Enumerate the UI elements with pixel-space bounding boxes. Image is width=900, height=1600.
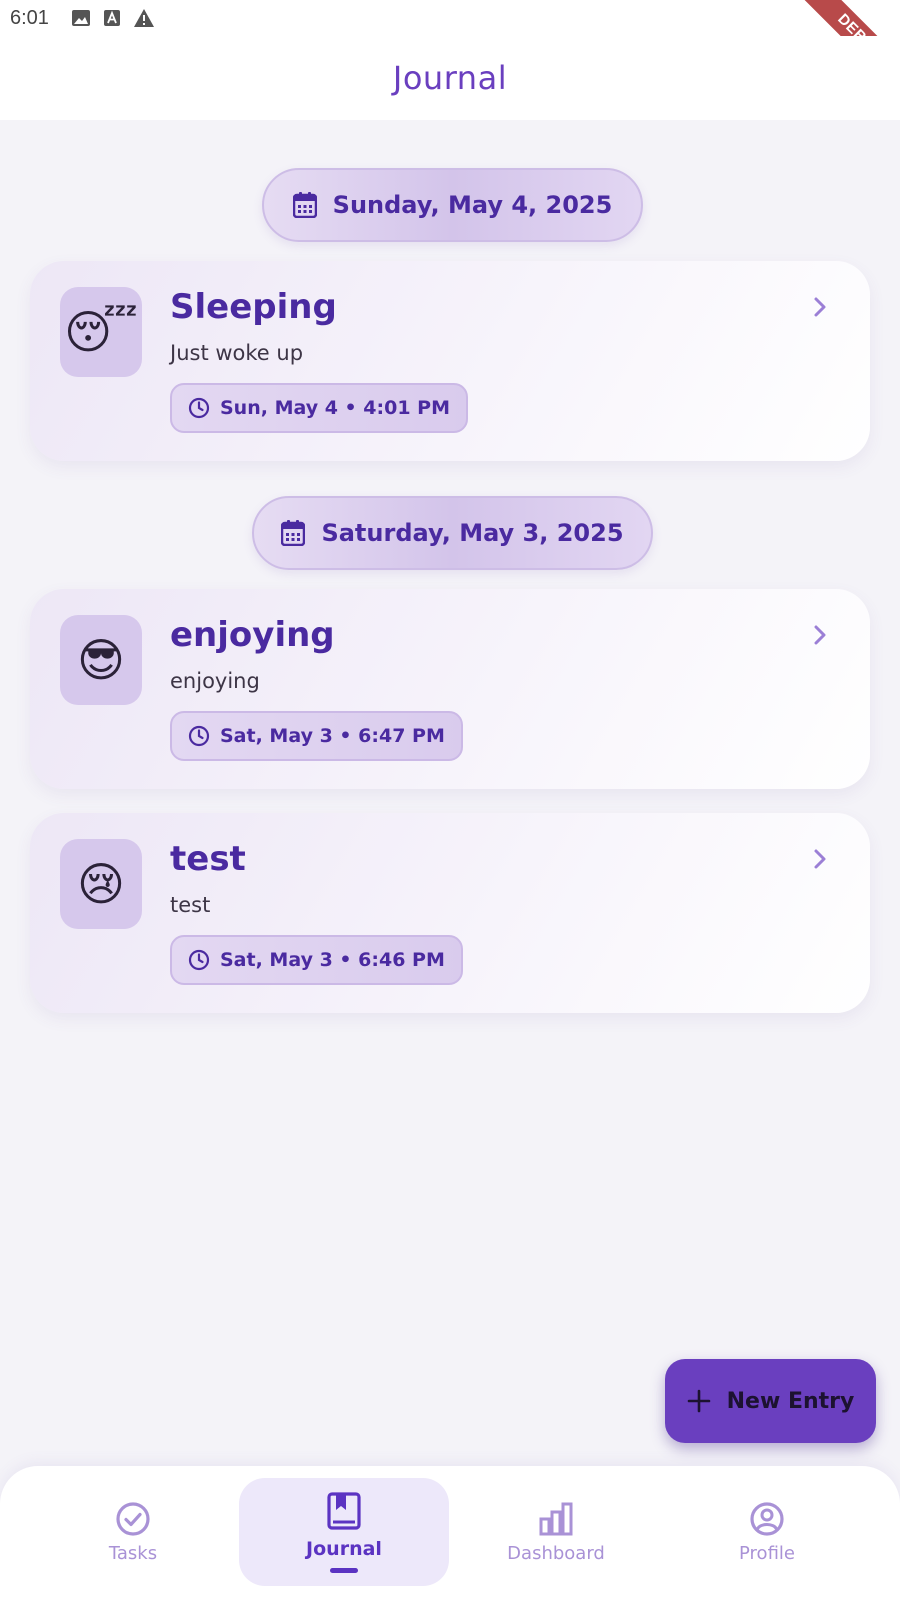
mood-emoji: 😢 [77,857,125,911]
book-icon [327,1491,361,1530]
status-bar: 6:01 [0,0,900,36]
chevron-right-icon[interactable] [808,847,832,871]
warning-icon [133,9,154,27]
journal-entry-card[interactable]: 😎 enjoying enjoying Sat, May 3 • 6:47 PM [30,589,870,789]
mood-emoji-box: 😎 [60,615,142,705]
chevron-right-icon[interactable] [808,295,832,319]
clock-icon [188,725,210,747]
clock-icon [188,397,210,419]
status-time: 6:01 [10,6,49,29]
nav-item-tasks[interactable]: Tasks [28,1478,238,1586]
nav-label-journal: Journal [306,1537,382,1560]
page-title: Journal [392,59,508,97]
font-icon [103,10,120,26]
nav-item-profile[interactable]: Profile [662,1478,872,1586]
active-indicator [330,1567,358,1573]
nav-item-dashboard[interactable]: Dashboard [451,1478,661,1586]
entry-title: test [170,839,246,879]
chevron-right-icon[interactable] [808,623,832,647]
calendar-icon [281,520,306,546]
nav-label-dashboard: Dashboard [507,1542,605,1564]
plus-icon [687,1389,710,1413]
account-circle-icon [750,1501,784,1536]
mood-emoji: 😴 [64,305,138,359]
entry-timestamp-pill: Sat, May 3 • 6:46 PM [170,935,463,985]
entry-timestamp: Sun, May 4 • 4:01 PM [220,397,451,419]
journal-entry-card[interactable]: 😴 Sleeping Just woke up Sun, May 4 • 4:0… [30,261,870,461]
entry-timestamp: Sat, May 3 • 6:46 PM [220,949,445,971]
bar-chart-icon [539,1502,573,1535]
image-icon [71,10,90,26]
entry-title: Sleeping [170,287,337,327]
mood-emoji-box: 😴 [60,287,142,377]
new-entry-button[interactable]: New Entry [665,1359,876,1443]
date-header-label: Sunday, May 4, 2025 [332,191,613,219]
calendar-icon [292,192,317,218]
entry-timestamp: Sat, May 3 • 6:47 PM [220,725,445,747]
date-header-group-1: Sunday, May 4, 2025 [262,168,643,242]
nav-label-tasks: Tasks [108,1542,158,1564]
new-entry-label: New Entry [726,1388,855,1414]
entry-timestamp-pill: Sat, May 3 • 6:47 PM [170,711,463,761]
clock-icon [188,949,210,971]
journal-entry-card[interactable]: 😢 test test Sat, May 3 • 6:46 PM [30,813,870,1013]
nav-label-profile: Profile [739,1542,795,1564]
entry-timestamp-pill: Sun, May 4 • 4:01 PM [170,383,469,433]
date-header-label: Saturday, May 3, 2025 [321,519,624,547]
entry-note: Just woke up [170,341,304,365]
app-bar: Journal [0,36,900,120]
entry-note: enjoying [170,669,260,693]
nav-item-journal[interactable]: Journal [239,1478,449,1586]
entry-title: enjoying [170,615,335,655]
date-header-group-2: Saturday, May 3, 2025 [252,496,653,570]
entry-note: test [170,893,211,917]
bottom-navigation: Tasks Journal Dashboard Profile [0,1466,900,1600]
mood-emoji-box: 😢 [60,839,142,929]
mood-emoji: 😎 [77,633,125,687]
check-circle-icon [116,1501,150,1536]
